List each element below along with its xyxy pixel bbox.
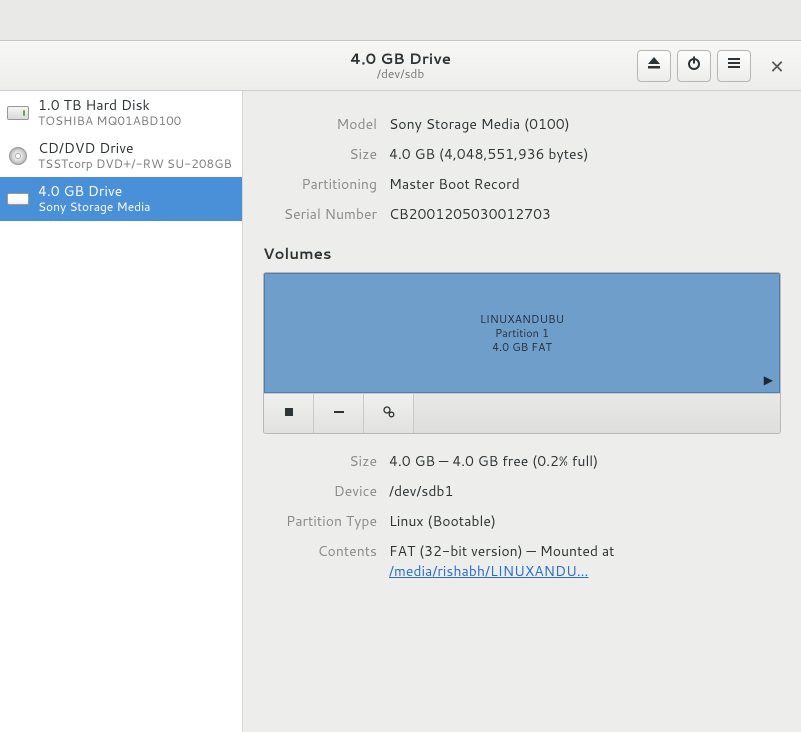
value-vol-device: /dev/sdb1	[383, 476, 781, 506]
label-size: Size	[263, 139, 383, 169]
row-partitioning: Partitioning Master Boot Record	[263, 169, 781, 199]
value-partitioning: Master Boot Record	[383, 169, 781, 199]
sidebar-item-sub: Sony Storage Media	[38, 200, 150, 214]
volume-toolbar	[264, 393, 780, 433]
disks-window: 4.0 GB Drive /dev/sdb ✕	[0, 40, 801, 732]
minus-icon	[332, 404, 346, 424]
row-model: Model Sony Storage Media (0100)	[263, 109, 781, 139]
label-vol-ptype: Partition Type	[263, 506, 383, 536]
menu-button[interactable]	[717, 50, 751, 82]
details-pane: Model Sony Storage Media (0100) Size 4.0…	[243, 91, 801, 732]
header-bar: 4.0 GB Drive /dev/sdb ✕	[0, 41, 801, 91]
value-vol-ptype: Linux (Bootable)	[383, 506, 781, 536]
value-size: 4.0 GB (4,048,551,936 bytes)	[383, 139, 781, 169]
value-model: Sony Storage Media (0100)	[383, 109, 781, 139]
sidebar-item-text: 1.0 TB Hard Disk TOSHIBA MQ01ABD100	[38, 97, 181, 128]
mount-point-link[interactable]: /media/rishabh/LINUXANDU…	[389, 561, 589, 581]
label-vol-contents: Contents	[263, 536, 383, 586]
row-vol-ptype: Partition Type Linux (Bootable)	[263, 506, 781, 536]
sidebar-item-sub: TOSHIBA MQ01ABD100	[38, 114, 181, 128]
usb-drive-icon	[6, 189, 30, 209]
partition-label: LINUXANDUBU Partition 1 4.0 GB FAT	[480, 312, 564, 355]
partition-line3: 4.0 GB FAT	[480, 340, 564, 354]
label-model: Model	[263, 109, 383, 139]
more-options-button[interactable]	[364, 394, 414, 433]
window-subtitle: /dev/sdb	[350, 67, 451, 81]
label-partitioning: Partitioning	[263, 169, 383, 199]
cd-icon	[6, 146, 30, 166]
window-body: 1.0 TB Hard Disk TOSHIBA MQ01ABD100 CD/D…	[0, 91, 801, 732]
label-serial: Serial Number	[263, 199, 383, 229]
unmount-button[interactable]	[264, 394, 314, 433]
header-title-block: 4.0 GB Drive /dev/sdb	[350, 50, 451, 81]
desktop-background-strip	[0, 0, 801, 40]
eject-button[interactable]	[637, 50, 671, 82]
hard-disk-icon	[6, 103, 30, 123]
drives-sidebar: 1.0 TB Hard Disk TOSHIBA MQ01ABD100 CD/D…	[0, 91, 243, 732]
sidebar-item-text: 4.0 GB Drive Sony Storage Media	[38, 183, 150, 214]
play-icon: ▶	[764, 372, 773, 388]
row-vol-contents: Contents FAT (32-bit version) — Mounted …	[263, 536, 781, 586]
close-icon: ✕	[769, 53, 784, 79]
row-size: Size 4.0 GB (4,048,551,936 bytes)	[263, 139, 781, 169]
sidebar-item-cddvd[interactable]: CD/DVD Drive TSSTcorp DVD+/-RW SU-208GB	[0, 134, 242, 177]
row-serial: Serial Number CB2001205030012703	[263, 199, 781, 229]
volumes-section-title: Volumes	[263, 243, 781, 264]
power-icon	[686, 55, 702, 76]
gears-icon	[382, 404, 396, 424]
sidebar-item-hard-disk[interactable]: 1.0 TB Hard Disk TOSHIBA MQ01ABD100	[0, 91, 242, 134]
volumes-box: LINUXANDUBU Partition 1 4.0 GB FAT ▶	[263, 272, 781, 434]
eject-icon	[646, 55, 662, 76]
delete-partition-button[interactable]	[314, 394, 364, 433]
volume-info-table: Size 4.0 GB — 4.0 GB free (0.2% full) De…	[263, 446, 781, 586]
sidebar-item-sub: TSSTcorp DVD+/-RW SU-208GB	[38, 157, 232, 171]
stop-icon	[282, 404, 296, 424]
hamburger-icon	[726, 55, 742, 76]
label-vol-device: Device	[263, 476, 383, 506]
value-serial: CB2001205030012703	[383, 199, 781, 229]
partition-block[interactable]: LINUXANDUBU Partition 1 4.0 GB FAT ▶	[264, 273, 780, 393]
contents-prefix: FAT (32-bit version) — Mounted at	[389, 541, 614, 561]
power-button[interactable]	[677, 50, 711, 82]
row-vol-size: Size 4.0 GB — 4.0 GB free (0.2% full)	[263, 446, 781, 476]
sidebar-item-text: CD/DVD Drive TSSTcorp DVD+/-RW SU-208GB	[38, 140, 232, 171]
drive-info-table: Model Sony Storage Media (0100) Size 4.0…	[263, 109, 781, 229]
close-button[interactable]: ✕	[761, 50, 793, 82]
value-vol-contents: FAT (32-bit version) — Mounted at /media…	[383, 536, 781, 586]
value-vol-size: 4.0 GB — 4.0 GB free (0.2% full)	[383, 446, 781, 476]
label-vol-size: Size	[263, 446, 383, 476]
partition-name: LINUXANDUBU	[480, 312, 564, 326]
sidebar-item-usb-drive[interactable]: 4.0 GB Drive Sony Storage Media	[0, 177, 242, 220]
header-right-controls: ✕	[637, 50, 793, 82]
row-vol-device: Device /dev/sdb1	[263, 476, 781, 506]
partition-line2: Partition 1	[480, 326, 564, 340]
